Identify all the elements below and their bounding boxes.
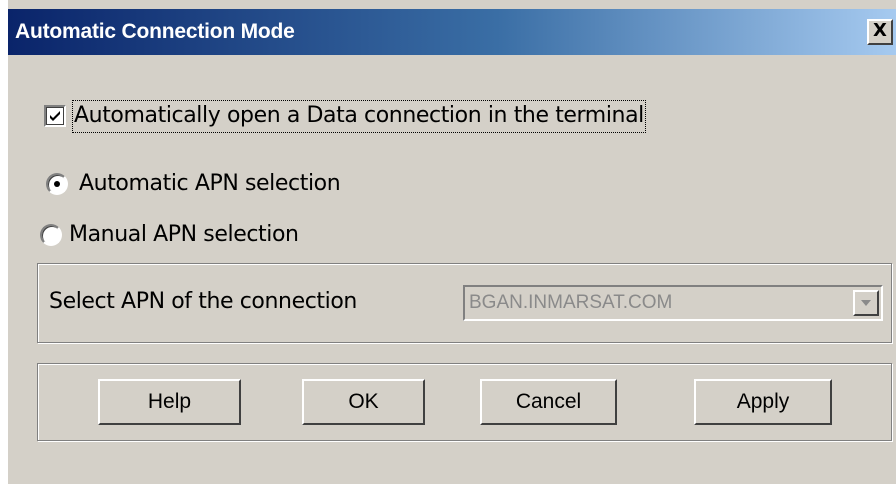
window-title: Automatic Connection Mode bbox=[15, 20, 295, 43]
automatic-apn-label: Automatic APN selection bbox=[79, 171, 341, 196]
close-icon: X bbox=[873, 20, 887, 41]
apn-dropdown-button[interactable] bbox=[853, 290, 879, 316]
help-button[interactable]: Help bbox=[98, 379, 241, 425]
automatic-connection-mode-dialog: Automatic Connection Mode X Automaticall… bbox=[7, 0, 896, 484]
cancel-button[interactable]: Cancel bbox=[480, 379, 617, 425]
apn-select[interactable]: BGAN.INMARSAT.COM bbox=[463, 285, 883, 321]
apn-select-label: Select APN of the connection bbox=[49, 289, 357, 314]
manual-apn-radio[interactable] bbox=[40, 223, 62, 246]
automatic-apn-option[interactable]: Automatic APN selection bbox=[46, 171, 341, 196]
title-bar[interactable]: Automatic Connection Mode X bbox=[8, 9, 896, 55]
apn-select-value: BGAN.INMARSAT.COM bbox=[469, 292, 673, 313]
checkmark-icon bbox=[50, 111, 60, 121]
auto-open-checkbox[interactable] bbox=[44, 105, 66, 127]
ok-button[interactable]: OK bbox=[302, 379, 425, 425]
radio-selected-dot bbox=[54, 180, 60, 187]
chevron-down-icon bbox=[861, 300, 871, 306]
close-button[interactable]: X bbox=[867, 19, 893, 45]
apply-button[interactable]: Apply bbox=[694, 379, 832, 425]
auto-open-option[interactable]: Automatically open a Data connection in … bbox=[44, 96, 646, 136]
automatic-apn-radio[interactable] bbox=[46, 172, 68, 195]
manual-apn-label: Manual APN selection bbox=[69, 222, 299, 247]
auto-open-label: Automatically open a Data connection in … bbox=[72, 99, 646, 133]
manual-apn-option[interactable]: Manual APN selection bbox=[40, 222, 299, 247]
